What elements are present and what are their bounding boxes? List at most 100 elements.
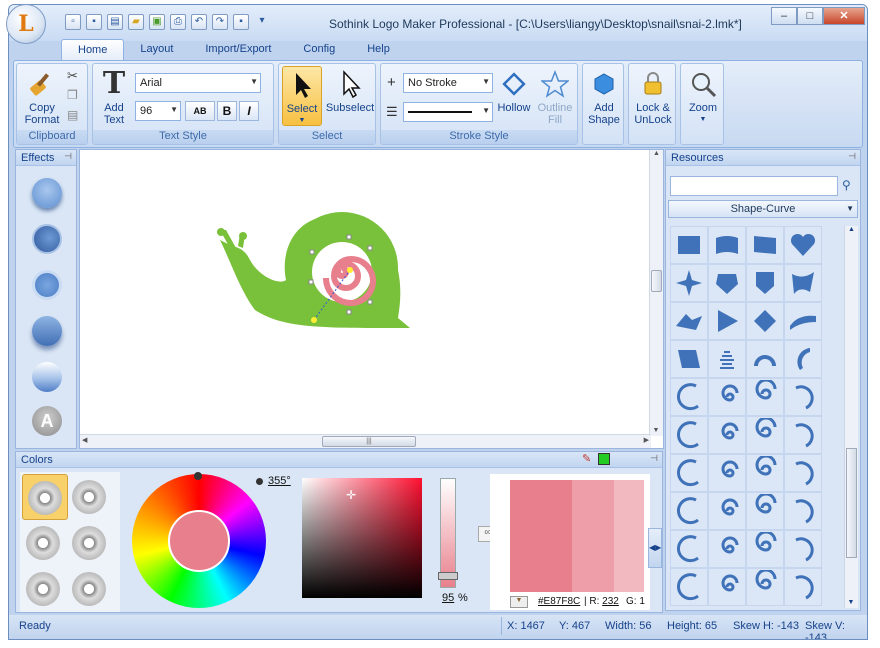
- scroll-up-icon[interactable]: ▲: [845, 226, 858, 233]
- shape-thumbnail[interactable]: [670, 416, 708, 454]
- shape-thumbnail[interactable]: [784, 264, 822, 302]
- copy-format-button[interactable]: Copy Format: [21, 68, 63, 126]
- new-icon[interactable]: ▫: [65, 14, 81, 30]
- color-stop-1[interactable]: [510, 480, 572, 592]
- tab-layout[interactable]: Layout: [124, 39, 189, 61]
- shape-thumbnail[interactable]: [708, 454, 746, 492]
- scroll-right-icon[interactable]: ▶: [644, 436, 649, 444]
- effect-gradient-3[interactable]: [32, 270, 62, 300]
- shape-thumbnail[interactable]: [746, 264, 784, 302]
- shape-thumbnail[interactable]: [746, 378, 784, 416]
- shape-thumbnail[interactable]: [746, 302, 784, 340]
- shape-thumbnail[interactable]: [784, 226, 822, 264]
- shape-thumbnail[interactable]: [746, 416, 784, 454]
- current-color-swatch[interactable]: [598, 453, 610, 465]
- effect-gradient-1[interactable]: [32, 178, 62, 208]
- g-value[interactable]: 1: [639, 596, 645, 607]
- vertical-scrollbar[interactable]: ▲ ▼: [649, 150, 663, 436]
- saturation-crosshair[interactable]: ✛: [346, 488, 356, 502]
- pin-icon[interactable]: ⊣: [650, 453, 658, 464]
- effect-gradient-2[interactable]: [32, 224, 62, 254]
- expand-panel-button[interactable]: ◀▶: [648, 528, 662, 568]
- shape-thumbnail[interactable]: [746, 340, 784, 378]
- pin-icon[interactable]: ⊣: [848, 151, 856, 162]
- add-text-button[interactable]: T Add Text: [95, 68, 133, 127]
- cut-icon[interactable]: ✂: [67, 68, 78, 84]
- hue-value[interactable]: 355°: [268, 475, 291, 487]
- shape-thumbnail[interactable]: [784, 530, 822, 568]
- tab-help[interactable]: Help: [351, 39, 406, 61]
- text-case-button[interactable]: AB: [185, 101, 215, 121]
- shape-thumbnail[interactable]: [708, 530, 746, 568]
- gradient-type-2-button[interactable]: [72, 480, 106, 514]
- shape-thumbnail[interactable]: [670, 340, 708, 378]
- lock-unlock-button[interactable]: Lock & UnLock: [630, 68, 676, 126]
- scroll-thumb[interactable]: [846, 448, 857, 558]
- shape-thumbnail[interactable]: [670, 454, 708, 492]
- effect-gradient-5[interactable]: [32, 362, 62, 392]
- shape-thumbnail[interactable]: [708, 568, 746, 606]
- redo-icon[interactable]: ↷: [212, 14, 228, 30]
- select-button[interactable]: Select ▼: [282, 66, 322, 126]
- image-icon[interactable]: ▣: [149, 14, 165, 30]
- tab-home[interactable]: Home: [61, 39, 125, 61]
- shape-thumbnail[interactable]: [746, 568, 784, 606]
- stroke-select[interactable]: No Stroke ▼: [403, 73, 493, 93]
- shape-thumbnail[interactable]: [670, 226, 708, 264]
- shape-thumbnail[interactable]: [784, 454, 822, 492]
- color-stop-3[interactable]: [614, 480, 644, 592]
- hex-value[interactable]: #E87F8C: [538, 596, 580, 607]
- zoom-button[interactable]: Zoom ▼: [682, 68, 724, 126]
- shape-thumbnail[interactable]: [784, 492, 822, 530]
- scroll-thumb[interactable]: [651, 270, 662, 292]
- pin-icon[interactable]: ⊣: [64, 151, 72, 162]
- minimize-button[interactable]: –: [771, 7, 797, 25]
- scroll-down-icon[interactable]: ▼: [845, 599, 857, 606]
- shape-thumbnail[interactable]: [708, 492, 746, 530]
- shape-thumbnail[interactable]: [708, 226, 746, 264]
- shape-thumbnail[interactable]: [670, 302, 708, 340]
- gradient-type-5-button[interactable]: [26, 572, 60, 606]
- line-style-select[interactable]: ▼: [403, 102, 493, 122]
- shape-thumbnail[interactable]: [708, 416, 746, 454]
- shape-thumbnail[interactable]: [708, 340, 746, 378]
- shape-thumbnail[interactable]: [670, 264, 708, 302]
- subselect-button[interactable]: Subselect: [325, 68, 375, 114]
- gradient-type-3-button[interactable]: [26, 526, 60, 560]
- shape-thumbnail[interactable]: [784, 302, 822, 340]
- bold-button[interactable]: B: [217, 101, 237, 121]
- color-dropdown-icon[interactable]: ▼: [510, 596, 528, 608]
- shape-thumbnail[interactable]: [708, 302, 746, 340]
- add-shape-button[interactable]: Add Shape: [584, 68, 624, 126]
- scroll-left-icon[interactable]: ◀: [82, 436, 87, 444]
- horizontal-scrollbar[interactable]: ◀ ||| ▶: [80, 434, 651, 448]
- shape-thumbnail[interactable]: [784, 568, 822, 606]
- shape-thumbnail[interactable]: [746, 454, 784, 492]
- undo-icon[interactable]: ↶: [191, 14, 207, 30]
- shape-thumbnail[interactable]: [746, 492, 784, 530]
- open-icon[interactable]: ▰: [128, 14, 144, 30]
- font-family-select[interactable]: Arial ▼: [135, 73, 261, 93]
- shape-thumbnail[interactable]: [670, 492, 708, 530]
- resource-scrollbar[interactable]: ▲ ▼: [844, 226, 858, 608]
- app-logo-icon[interactable]: L: [6, 4, 46, 44]
- saturation-square[interactable]: [302, 478, 422, 598]
- shape-thumbnail[interactable]: [746, 530, 784, 568]
- design-canvas[interactable]: ▲ ▼ ◀ ||| ▶: [79, 149, 664, 449]
- copy-icon[interactable]: ❐: [67, 88, 78, 102]
- effect-gradient-4[interactable]: [32, 316, 62, 346]
- shape-thumbnail[interactable]: [670, 530, 708, 568]
- tab-config[interactable]: Config: [287, 39, 351, 61]
- shape-thumbnail[interactable]: [708, 378, 746, 416]
- save-as-icon[interactable]: ▪: [233, 14, 249, 30]
- paste-icon[interactable]: ▤: [67, 108, 78, 122]
- resource-search-input[interactable]: [670, 176, 838, 196]
- shape-thumbnail[interactable]: [708, 264, 746, 302]
- gradient-radial-button[interactable]: [22, 474, 68, 520]
- gradient-type-6-button[interactable]: [72, 572, 106, 606]
- customize-icon[interactable]: ▾: [254, 14, 270, 30]
- print-icon[interactable]: ⎙: [170, 14, 186, 30]
- scroll-up-icon[interactable]: ▲: [650, 150, 663, 157]
- hollow-button[interactable]: Hollow: [495, 68, 533, 114]
- snail-logo[interactable]: [80, 150, 650, 434]
